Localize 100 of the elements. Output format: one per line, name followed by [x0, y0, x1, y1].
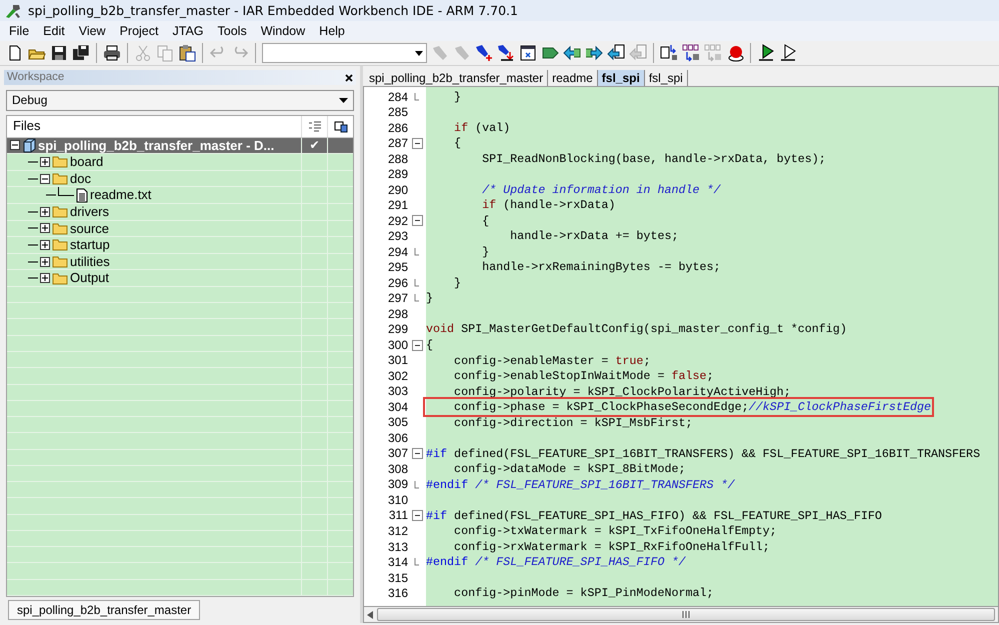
expand-icon[interactable] — [40, 206, 50, 217]
code-line: config->enableMaster = true; — [453, 354, 650, 368]
menu-item[interactable]: Edit — [36, 24, 72, 38]
line-number: 313 — [386, 540, 408, 554]
printer-icon[interactable] — [103, 44, 121, 62]
window-title: spi_polling_b2b_transfer_master - IAR Embedded Workbench IDE - ARM 7.70.1 — [28, 3, 518, 18]
column-header: Files — [13, 118, 40, 134]
collapse-icon[interactable] — [40, 174, 50, 184]
menu-item[interactable]: File — [2, 24, 36, 38]
menu-item[interactable]: Tools — [210, 24, 254, 38]
line-number: 292 — [386, 214, 408, 228]
window-icon[interactable] — [519, 44, 537, 62]
code-line: } — [453, 276, 462, 290]
flashlight-icon[interactable] — [497, 44, 515, 62]
breakpoint-icon[interactable] — [726, 44, 744, 62]
tree-item[interactable]: Output — [70, 270, 110, 286]
code-editor[interactable] — [363, 86, 999, 606]
line-number: 308 — [386, 462, 408, 476]
code-line: config->txWatermark = kSPI_TxFifoOneHalfEmpty; — [453, 524, 777, 538]
line-number: 310 — [386, 492, 408, 508]
folder-icon — [52, 255, 68, 268]
caret-icon[interactable] — [339, 98, 348, 103]
cube-icon — [22, 137, 36, 154]
tree-item[interactable]: board — [70, 154, 104, 170]
code-line: SPI_ReadNonBlocking(base, handle->rxData, bytes); — [481, 152, 826, 166]
tree-item[interactable]: startup — [70, 237, 110, 253]
code-line: { — [481, 214, 490, 228]
editor-tab[interactable]: fsl_spi — [598, 70, 645, 86]
horizontal-scrollbar[interactable] — [363, 606, 999, 623]
line-number: 307 — [386, 446, 408, 461]
document-icon — [76, 188, 88, 203]
line-number: 289 — [386, 167, 408, 182]
code-line: config->dataMode = kSPI_8BitMode; — [453, 462, 686, 476]
checklist-icon[interactable] — [308, 120, 322, 132]
line-number: 306 — [386, 430, 408, 446]
tree-item[interactable]: drivers — [70, 204, 110, 220]
line-number: 305 — [386, 415, 408, 430]
columns-icon[interactable] — [682, 44, 700, 62]
scroll-left-icon[interactable] — [367, 610, 373, 618]
tree-line — [28, 244, 38, 246]
code-line: { — [453, 136, 462, 150]
arrow-right-icon[interactable] — [585, 44, 603, 62]
line-number: 288 — [386, 152, 408, 166]
expand-icon[interactable] — [40, 156, 50, 167]
scrollbar-thumb[interactable] — [377, 608, 995, 621]
tree-line — [28, 178, 38, 180]
fold-icon[interactable] — [412, 138, 422, 149]
tree-item[interactable]: doc — [70, 170, 91, 186]
code-line: } — [453, 90, 462, 104]
play-outline-icon[interactable] — [779, 44, 797, 62]
line-number: 295 — [386, 260, 408, 275]
collapse-icon[interactable] — [10, 140, 20, 150]
tree-item[interactable]: spi_polling_b2b_transfer_master - D... — [38, 138, 274, 154]
line-number: 312 — [386, 524, 408, 538]
panel-title: Workspace — [7, 70, 64, 84]
close-icon[interactable] — [345, 74, 353, 82]
expand-icon[interactable] — [40, 240, 50, 250]
line-number: 301 — [386, 353, 408, 368]
code-line: if (val) — [453, 120, 510, 135]
menu-item[interactable]: Project — [112, 24, 166, 38]
play-icon[interactable] — [757, 44, 775, 62]
workspace-tab[interactable]: spi_polling_b2b_transfer_master — [8, 600, 200, 620]
paste-icon[interactable] — [178, 44, 196, 62]
fold-icon[interactable] — [412, 448, 422, 460]
menu-item[interactable]: View — [72, 24, 113, 38]
save-all-icon[interactable] — [72, 44, 90, 62]
flashlight-icon[interactable] — [475, 44, 493, 62]
expand-icon[interactable] — [40, 273, 50, 284]
configuration-dropdown[interactable]: Debug — [6, 90, 354, 111]
fold-icon[interactable] — [412, 510, 422, 522]
tree-item[interactable]: readme.txt — [90, 187, 152, 203]
line-number: 299 — [386, 322, 408, 337]
build-icon[interactable] — [334, 120, 348, 133]
line-number: 300 — [386, 338, 408, 352]
menu-item[interactable]: Window — [254, 24, 312, 38]
arrow-document-icon[interactable] — [607, 44, 625, 62]
fold-icon[interactable] — [412, 215, 422, 226]
tree-item[interactable]: utilities — [70, 254, 110, 270]
tree-line — [28, 277, 38, 280]
tree-line — [58, 187, 74, 196]
folder-icon — [52, 238, 68, 252]
menu-item[interactable]: JTAG — [165, 24, 211, 38]
line-number: 314 — [386, 555, 408, 570]
fold-icon[interactable] — [412, 340, 422, 350]
folder-icon — [52, 172, 68, 186]
tree-item[interactable]: source — [70, 220, 110, 236]
tree-line — [28, 260, 38, 263]
expand-icon[interactable] — [40, 256, 50, 267]
folder-icon — [52, 272, 68, 285]
code-line: } — [426, 291, 434, 306]
menu-item[interactable]: Help — [312, 24, 352, 38]
code-line: #if defined(FSL_FEATURE_SPI_16BIT_TRANSFERS) && FSL_FEATURE_SPI_16BIT_TRANSFERS — [426, 446, 980, 461]
tree-line — [28, 227, 38, 230]
caret-icon[interactable] — [415, 50, 423, 56]
arrow-left-icon[interactable] — [563, 44, 581, 62]
expand-icon[interactable] — [40, 223, 50, 234]
step-document-icon[interactable] — [660, 44, 678, 62]
line-number: 294 — [386, 244, 408, 260]
line-number: 293 — [386, 229, 408, 244]
save-icon[interactable] — [50, 44, 68, 62]
